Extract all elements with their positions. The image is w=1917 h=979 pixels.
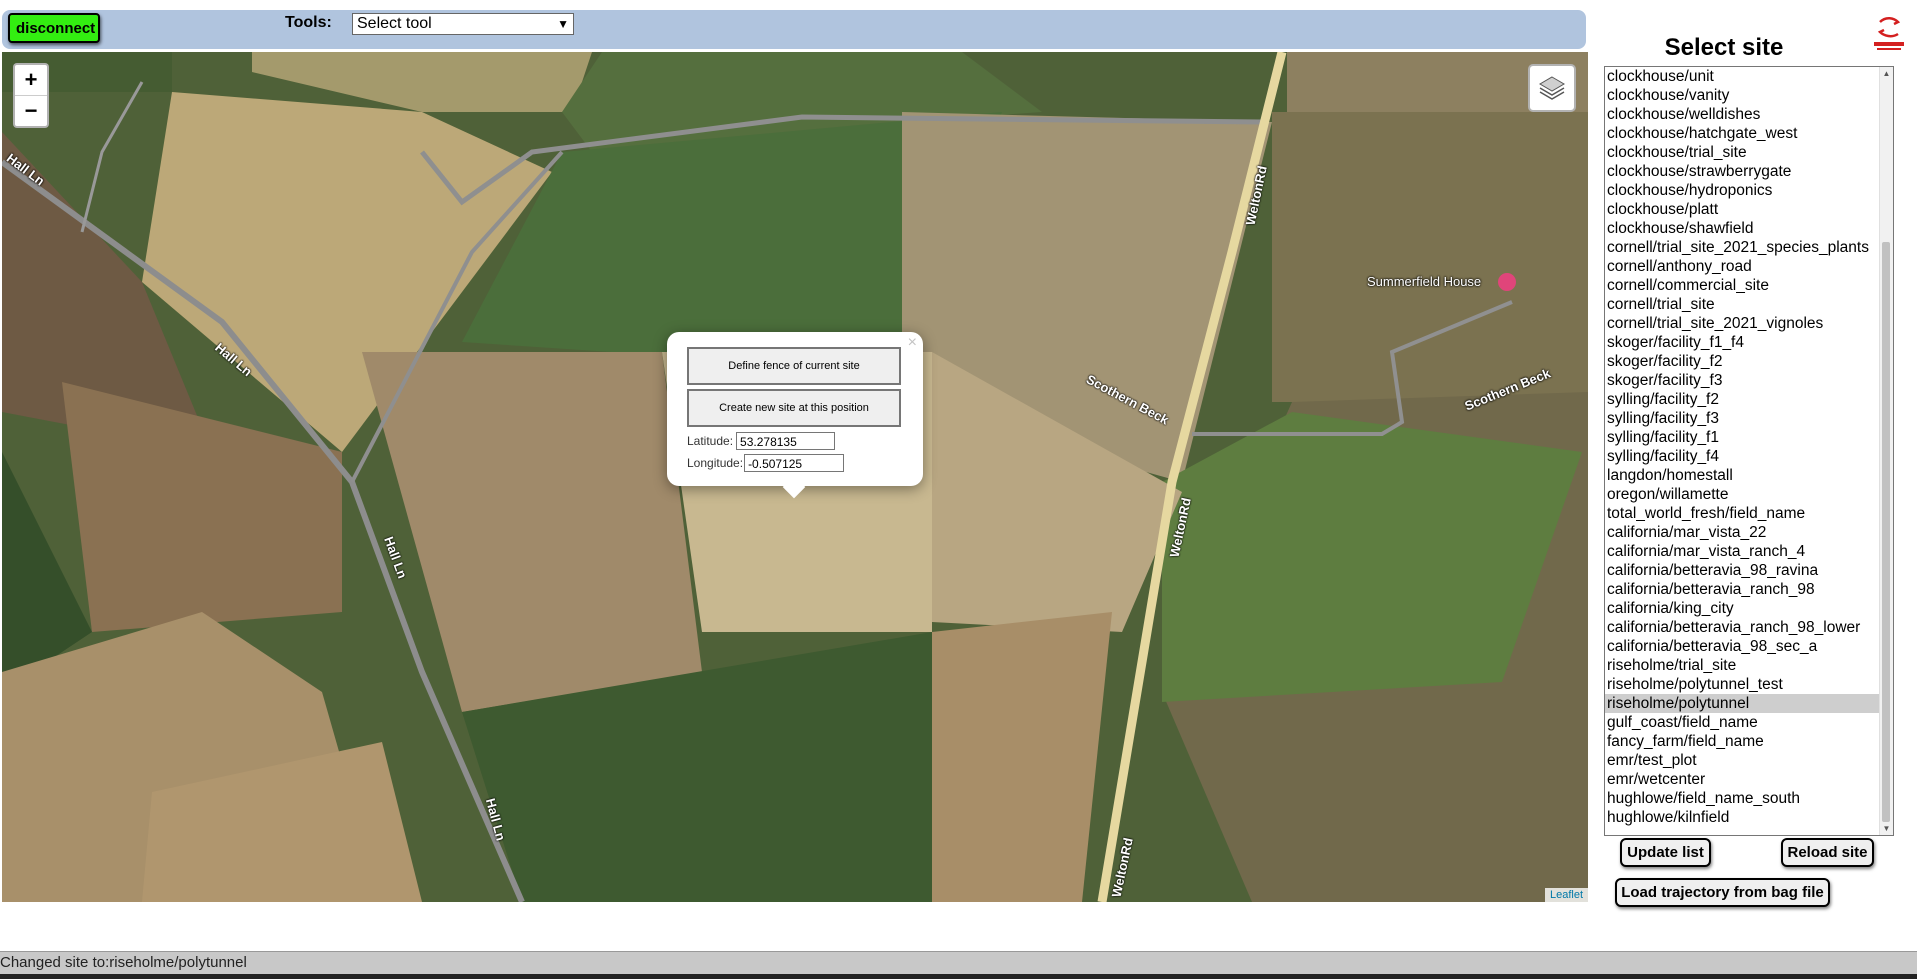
site-list-item[interactable]: clockhouse/trial_site: [1605, 143, 1881, 162]
site-list-item[interactable]: riseholme/polytunnel_test: [1605, 675, 1881, 694]
reload-site-button[interactable]: Reload site: [1781, 838, 1874, 867]
latitude-row: Latitude: 53.278135: [687, 432, 836, 450]
site-list-item[interactable]: hughlowe/field_name_south: [1605, 789, 1881, 808]
site-list-item[interactable]: riseholme/polytunnel: [1605, 694, 1881, 713]
site-list-item[interactable]: clockhouse/hydroponics: [1605, 181, 1881, 200]
site-list-item[interactable]: skoger/facility_f1_f4: [1605, 333, 1881, 352]
site-list-scrollbar[interactable]: ▲ ▼: [1879, 67, 1893, 835]
site-list-item[interactable]: sylling/facility_f2: [1605, 390, 1881, 409]
load-trajectory-button[interactable]: Load trajectory from bag file: [1615, 878, 1830, 907]
poi-label: Summerfield House: [1367, 274, 1482, 289]
create-site-button[interactable]: Create new site at this position: [687, 389, 901, 427]
define-fence-button[interactable]: Define fence of current site: [687, 347, 901, 385]
site-list[interactable]: clockhouse/unit clockhouse/vanity clockhou…: [1604, 66, 1894, 836]
status-bar: Changed site to:riseholme/polytunnel: [0, 951, 1917, 974]
status-message: Changed site to:riseholme/polytunnel: [0, 954, 247, 971]
site-list-item[interactable]: hughlowe/kilnfield: [1605, 808, 1881, 827]
site-list-item[interactable]: cornell/anthony_road: [1605, 257, 1881, 276]
map-popup: × Define fence of current site Create ne…: [667, 332, 923, 499]
site-list-item[interactable]: clockhouse/platt: [1605, 200, 1881, 219]
latitude-input[interactable]: 53.278135: [736, 432, 836, 450]
zoom-control: + −: [13, 63, 49, 128]
longitude-label: Longitude:: [687, 456, 744, 470]
site-list-item[interactable]: cornell/trial_site: [1605, 295, 1881, 314]
saga-robotics-logo: [1874, 17, 1904, 50]
layers-control-button[interactable]: [1528, 64, 1576, 112]
site-list-item[interactable]: emr/wetcenter: [1605, 770, 1881, 789]
site-list-item[interactable]: total_world_fresh/field_name: [1605, 504, 1881, 523]
site-list-item[interactable]: skoger/facility_f2: [1605, 352, 1881, 371]
tool-select-value: Select tool: [357, 15, 432, 32]
toolbar: [2, 10, 1586, 49]
scroll-down-icon[interactable]: ▼: [1880, 824, 1893, 833]
update-list-button[interactable]: Update list: [1620, 838, 1711, 867]
chevron-down-icon: ▼: [557, 17, 569, 31]
site-list-item[interactable]: california/mar_vista_22: [1605, 523, 1881, 542]
site-list-item[interactable]: langdon/homestall: [1605, 466, 1881, 485]
site-list-item[interactable]: sylling/facility_f4: [1605, 447, 1881, 466]
site-list-item[interactable]: clockhouse/vanity: [1605, 86, 1881, 105]
zoom-in-button[interactable]: +: [15, 65, 47, 96]
zoom-out-button[interactable]: −: [15, 96, 47, 126]
site-list-item[interactable]: clockhouse/shawfield: [1605, 219, 1881, 238]
site-list-item[interactable]: skoger/facility_f3: [1605, 371, 1881, 390]
site-list-item[interactable]: california/betteravia_98_ravina: [1605, 561, 1881, 580]
site-list-item[interactable]: california/betteravia_98_sec_a: [1605, 637, 1881, 656]
site-list-item[interactable]: riseholme/trial_site: [1605, 656, 1881, 675]
scrollbar-thumb[interactable]: [1882, 242, 1890, 822]
site-list-item[interactable]: clockhouse/welldishes: [1605, 105, 1881, 124]
longitude-input[interactable]: -0.507125: [744, 454, 845, 472]
site-list-item[interactable]: emr/test_plot: [1605, 751, 1881, 770]
site-list-item[interactable]: california/betteravia_ranch_98: [1605, 580, 1881, 599]
longitude-row: Longitude: -0.507125: [687, 454, 845, 472]
bottom-border: [0, 974, 1917, 979]
popup-close-button[interactable]: ×: [908, 334, 917, 352]
site-list-item[interactable]: fancy_farm/field_name: [1605, 732, 1881, 751]
latitude-label: Latitude:: [687, 434, 734, 448]
tools-label: Tools:: [285, 14, 332, 31]
leaflet-attribution-link[interactable]: Leaflet: [1544, 888, 1588, 902]
site-list-item[interactable]: sylling/facility_f3: [1605, 409, 1881, 428]
disconnect-button[interactable]: disconnect: [8, 13, 100, 43]
site-list-item[interactable]: oregon/willamette: [1605, 485, 1881, 504]
site-list-item[interactable]: california/mar_vista_ranch_4: [1605, 542, 1881, 561]
site-list-item[interactable]: clockhouse/strawberrygate: [1605, 162, 1881, 181]
site-list-item[interactable]: cornell/trial_site_2021_vignoles: [1605, 314, 1881, 333]
tool-select[interactable]: Select tool ▼: [352, 13, 574, 35]
select-site-title: Select site: [1664, 34, 1784, 61]
site-list-item[interactable]: clockhouse/hatchgate_west: [1605, 124, 1881, 143]
site-list-item[interactable]: cornell/trial_site_2021_species_plants: [1605, 238, 1881, 257]
site-list-item[interactable]: california/king_city: [1605, 599, 1881, 618]
site-list-item[interactable]: sylling/facility_f1: [1605, 428, 1881, 447]
site-list-item[interactable]: clockhouse/unit: [1605, 67, 1881, 86]
site-list-item[interactable]: cornell/commercial_site: [1605, 276, 1881, 295]
layers-icon: [1539, 76, 1565, 100]
site-list-item[interactable]: california/betteravia_ranch_98_lower: [1605, 618, 1881, 637]
scroll-up-icon[interactable]: ▲: [1880, 69, 1893, 78]
site-list-item[interactable]: gulf_coast/field_name: [1605, 713, 1881, 732]
